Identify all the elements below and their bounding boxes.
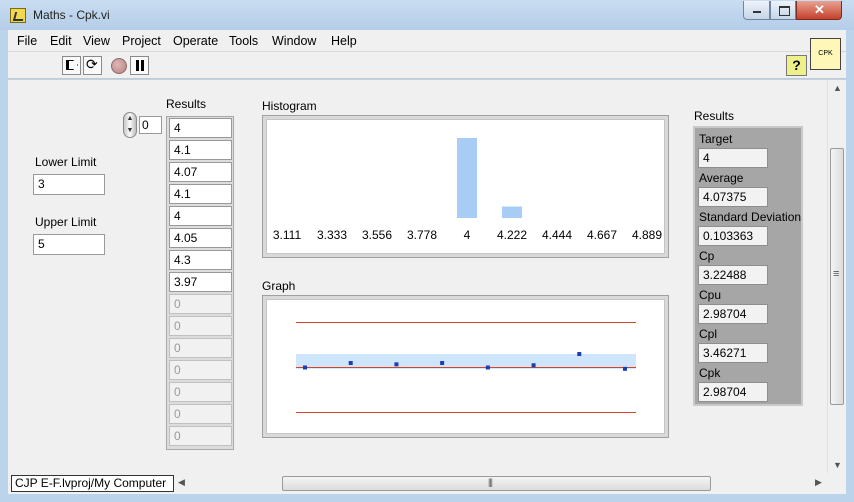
scroll-right-icon[interactable]: ▶ <box>815 477 822 488</box>
array-element-empty[interactable]: 0 <box>169 294 232 314</box>
toolbar: ? <box>8 52 846 79</box>
menu-window[interactable]: Window <box>272 34 316 48</box>
array-element-empty[interactable]: 0 <box>169 316 232 336</box>
results-array-label: Results <box>166 97 207 111</box>
graph-label: Graph <box>262 279 296 293</box>
array-index-value[interactable]: 0 <box>139 116 162 134</box>
histogram-tick-label: 3.111 <box>273 228 302 242</box>
array-element[interactable]: 4.05 <box>169 228 232 248</box>
title-bar: Maths - Cpk.vi <box>0 0 854 30</box>
histogram-label: Histogram <box>262 99 317 113</box>
cp-value: 3.22488 <box>698 265 768 285</box>
data-point <box>440 361 445 365</box>
array-element[interactable]: 3.97 <box>169 272 232 292</box>
average-label: Average <box>699 171 744 185</box>
array-element[interactable]: 4.07 <box>169 162 232 182</box>
menu-tools[interactable]: Tools <box>229 34 258 48</box>
histogram-tick-label: 3.556 <box>362 228 392 242</box>
histogram-tick-label: 4.444 <box>542 228 572 242</box>
pause-icon[interactable] <box>130 56 149 75</box>
control-band <box>296 354 636 369</box>
array-element[interactable]: 4.3 <box>169 250 232 270</box>
scroll-left-icon[interactable]: ◀ <box>178 477 185 488</box>
menu-view[interactable]: View <box>83 34 110 48</box>
array-element[interactable]: 4 <box>169 118 232 138</box>
cpu-value: 2.98704 <box>698 304 768 324</box>
vi-icon[interactable]: CPK <box>810 38 841 70</box>
cpu-label: Cpu <box>699 288 722 302</box>
vertical-scrollbar[interactable]: ▲ ▼ <box>827 80 846 473</box>
scroll-down-icon[interactable]: ▼ <box>833 460 842 470</box>
scroll-up-icon[interactable]: ▲ <box>833 83 842 93</box>
cpk-label: Cpk <box>699 366 721 380</box>
histogram-tick-label: 3.333 <box>317 228 347 242</box>
target-label: Target <box>699 132 733 146</box>
histogram-tick-label: 4.222 <box>497 228 527 242</box>
labview-app-icon <box>10 8 26 23</box>
histogram-tick-label: 3.778 <box>407 228 437 242</box>
data-point <box>348 361 353 365</box>
histogram-tick-label: 4.889 <box>632 228 662 242</box>
vertical-scroll-thumb[interactable] <box>830 148 844 405</box>
menu-edit[interactable]: Edit <box>50 34 72 48</box>
array-element-empty[interactable]: 0 <box>169 404 232 424</box>
data-point <box>394 362 399 367</box>
upper-limit-label: Upper Limit <box>35 215 97 229</box>
cpl-label: Cpl <box>699 327 718 341</box>
data-point <box>485 365 490 370</box>
array-element-empty[interactable]: 0 <box>169 382 232 402</box>
menu-help[interactable]: Help <box>331 34 357 48</box>
run-icon[interactable] <box>62 56 81 75</box>
histogram-tick-label: 4.667 <box>587 228 617 242</box>
window-title: Maths - Cpk.vi <box>33 8 110 22</box>
array-element-empty[interactable]: 0 <box>169 338 232 358</box>
menu-bar: File Edit View Project Operate Tools Win… <box>8 30 846 52</box>
project-path: CJP E-F.lvproj/My Computer <box>11 475 174 492</box>
array-element[interactable]: 4.1 <box>169 140 232 160</box>
menu-project[interactable]: Project <box>122 34 161 48</box>
run-continuously-icon[interactable] <box>83 56 102 75</box>
histogram-frame: 3.111 3.333 3.556 3.778 4 4.222 4.444 4.667 4.88… <box>262 115 669 258</box>
average-value: 4.07375 <box>698 187 768 207</box>
std-dev-value: 0.103363 <box>698 226 768 246</box>
std-dev-label: Standard Deviation <box>699 210 802 224</box>
maximize-button[interactable] <box>770 1 796 20</box>
control-chart <box>296 322 636 413</box>
minimize-button[interactable] <box>743 1 770 20</box>
array-index-control[interactable]: ▲ ▼ 0 <box>123 112 162 138</box>
array-element-empty[interactable]: 0 <box>169 360 232 380</box>
menu-operate[interactable]: Operate <box>173 34 218 48</box>
upper-limit-input[interactable]: 5 <box>33 234 105 255</box>
horizontal-scrollbar[interactable]: ◀ ▶ <box>174 475 827 492</box>
data-point <box>303 365 307 370</box>
graph-frame <box>262 295 669 438</box>
histogram-chart: 3.111 3.333 3.556 3.778 4 4.222 4.444 4.667 4.88… <box>273 138 662 242</box>
menu-file[interactable]: File <box>17 34 37 48</box>
status-bar: CJP E-F.lvproj/My Computer ◀ ▶ <box>8 473 846 494</box>
cpl-value: 3.46271 <box>698 343 768 363</box>
lower-limit-input[interactable]: 3 <box>33 174 105 195</box>
target-value: 4 <box>698 148 768 168</box>
data-point <box>531 363 536 368</box>
horizontal-scroll-thumb[interactable] <box>282 476 711 491</box>
array-element-empty[interactable]: 0 <box>169 426 232 446</box>
close-button[interactable] <box>796 1 842 20</box>
stats-cluster-label: Results <box>694 109 735 123</box>
help-icon[interactable]: ? <box>786 55 807 76</box>
array-element[interactable]: 4.1 <box>169 184 232 204</box>
cp-label: Cp <box>699 249 715 263</box>
index-spinner-icon[interactable]: ▲ ▼ <box>123 112 137 138</box>
cpk-value: 2.98704 <box>698 382 768 402</box>
data-point <box>623 366 627 371</box>
data-point <box>577 352 582 356</box>
array-element[interactable]: 4 <box>169 206 232 226</box>
histogram-bar <box>502 206 522 218</box>
histogram-bar <box>457 138 477 218</box>
abort-icon[interactable] <box>109 56 128 75</box>
histogram-tick-label: 4 <box>464 228 471 242</box>
lower-limit-label: Lower Limit <box>35 155 97 169</box>
